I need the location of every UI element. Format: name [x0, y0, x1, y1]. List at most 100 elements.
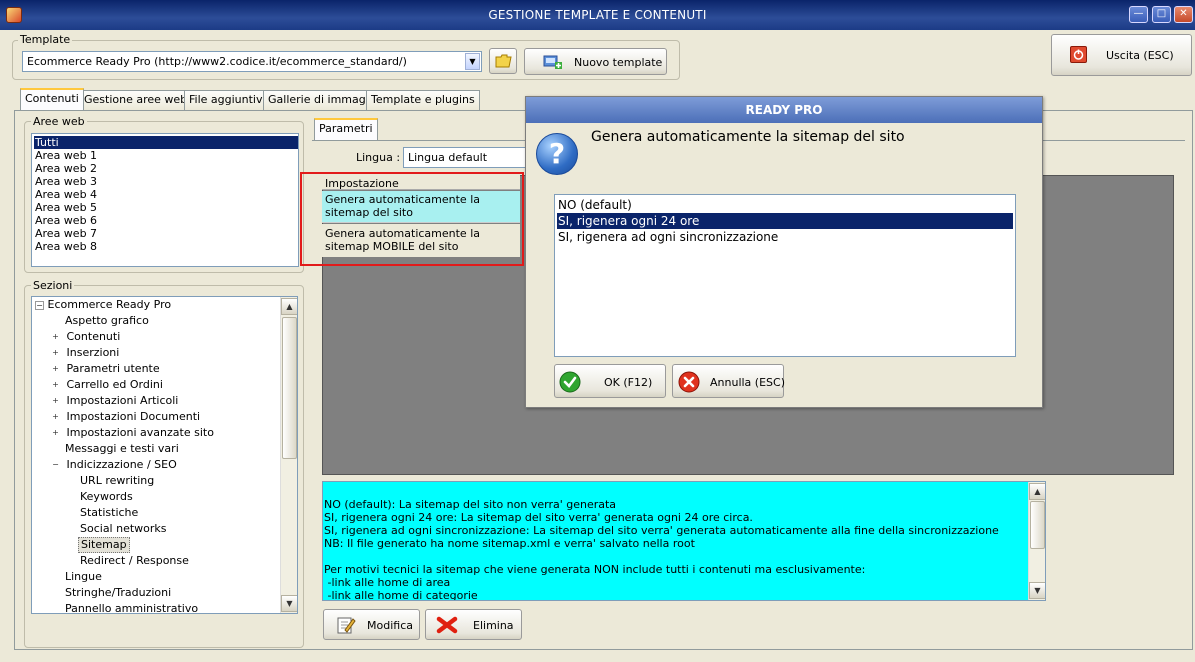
window-title: GESTIONE TEMPLATE E CONTENUTI: [488, 8, 707, 22]
expand-icon[interactable]: +: [51, 332, 60, 342]
tree-item-impostazioni-documenti[interactable]: + Impostazioni Documenti: [51, 409, 200, 425]
aree-web-label: Aree web: [31, 115, 87, 128]
tree-item-lingue[interactable]: Lingue: [65, 569, 102, 585]
list-item[interactable]: Area web 7: [34, 227, 97, 240]
tree-item-redirect-response[interactable]: Redirect / Response: [80, 553, 189, 569]
list-item[interactable]: Tutti: [34, 136, 298, 149]
tree-item-url-rewriting[interactable]: URL rewriting: [80, 473, 154, 489]
scroll-down-icon[interactable]: ▼: [1029, 582, 1045, 599]
lingua-label: Lingua :: [356, 151, 401, 164]
list-item[interactable]: Area web 3: [34, 175, 97, 188]
collapse-icon[interactable]: −: [35, 300, 44, 310]
tree-item-parametri-utente[interactable]: + Parametri utente: [51, 361, 159, 377]
sezioni-tree[interactable]: − Ecommerce Ready Pro Aspetto grafico + …: [31, 296, 298, 614]
tree-item-contenuti[interactable]: + Contenuti: [51, 329, 120, 345]
option-item-selected[interactable]: SI, rigenera ogni 24 ore: [557, 213, 1013, 229]
expand-icon[interactable]: +: [51, 428, 60, 438]
tree-item-statistiche[interactable]: Statistiche: [80, 505, 138, 521]
expand-icon[interactable]: +: [51, 412, 60, 422]
new-template-button[interactable]: Nuovo template: [524, 48, 667, 75]
description-box[interactable]: NO (default): La sitemap del sito non ve…: [322, 481, 1046, 601]
scroll-up-icon[interactable]: ▲: [281, 298, 297, 315]
tree-item-label: Impostazioni Documenti: [66, 410, 201, 423]
tree-item-pannello-amministrativo[interactable]: Pannello amministrativo: [65, 601, 198, 613]
cancel-button[interactable]: Annulla (ESC): [672, 364, 785, 398]
option-item[interactable]: SI, rigenera ad ogni sincronizzazione: [557, 229, 1013, 245]
aree-web-list[interactable]: Tutti Area web 1 Area web 2 Area web 3 A…: [31, 133, 299, 267]
description-line: Per motivi tecnici la sitemap che viene …: [324, 563, 866, 576]
description-line: SI, rigenera ogni 24 ore: La sitemap del…: [324, 511, 753, 524]
new-template-icon: [543, 55, 562, 69]
template-select-value: Ecommerce Ready Pro (http://www2.codice.…: [27, 55, 407, 68]
tree-item-inserzioni[interactable]: + Inserzioni: [51, 345, 119, 361]
ok-button[interactable]: OK (F12): [554, 364, 666, 398]
tab-contenuti[interactable]: Contenuti: [20, 88, 84, 110]
collapse-icon[interactable]: −: [51, 460, 60, 470]
list-item[interactable]: Area web 4: [34, 188, 97, 201]
option-item[interactable]: NO (default): [557, 197, 1013, 213]
tree-item-social-networks[interactable]: Social networks: [80, 521, 167, 537]
tree-item-impostazioni-avanzate-sito[interactable]: + Impostazioni avanzate sito: [51, 425, 214, 441]
tree-item-label: Ecommerce Ready Pro: [47, 298, 172, 311]
scroll-down-icon[interactable]: ▼: [281, 595, 297, 612]
tree-item-aspetto-grafico[interactable]: Aspetto grafico: [65, 313, 149, 329]
tab-parametri[interactable]: Parametri: [314, 118, 378, 140]
scrollbar-thumb[interactable]: [282, 317, 297, 459]
tree-item-label: Impostazioni Articoli: [66, 394, 179, 407]
open-folder-button[interactable]: [489, 48, 517, 74]
tree-item-label: Inserzioni: [66, 346, 120, 359]
tree-item-sitemap[interactable]: Sitemap: [78, 537, 130, 553]
tree-item-indicizzazione-seo[interactable]: − Indicizzazione / SEO: [51, 457, 177, 473]
dialog-title: READY PRO: [526, 97, 1042, 123]
expand-icon[interactable]: +: [51, 396, 60, 406]
question-icon: ?: [536, 133, 578, 175]
sezioni-scrollbar[interactable]: ▲ ▼: [280, 297, 297, 613]
description-line: [324, 550, 1024, 563]
chevron-down-icon[interactable]: ▼: [465, 53, 480, 70]
tree-item-stringhe-traduzioni[interactable]: Stringhe/Traduzioni: [65, 585, 171, 601]
exit-button[interactable]: Uscita (ESC): [1051, 34, 1192, 76]
edit-icon: [337, 617, 356, 634]
tree-item-impostazioni-articoli[interactable]: + Impostazioni Articoli: [51, 393, 178, 409]
minimize-button[interactable]: —: [1129, 6, 1148, 23]
tab-gestione-aree-web[interactable]: Gestione aree web: [79, 90, 193, 110]
description-line: -link alle home di categorie: [324, 589, 478, 601]
tree-item-keywords[interactable]: Keywords: [80, 489, 133, 505]
expand-icon[interactable]: +: [51, 348, 60, 358]
exit-label: Uscita (ESC): [1106, 49, 1174, 62]
scrollbar-thumb[interactable]: [1030, 501, 1045, 549]
list-item[interactable]: Area web 1: [34, 149, 97, 162]
template-select[interactable]: Ecommerce Ready Pro (http://www2.codice.…: [22, 51, 482, 72]
lingua-select-value: Lingua default: [408, 151, 488, 164]
delete-icon: [436, 616, 458, 634]
tree-item-label: Impostazioni avanzate sito: [66, 426, 214, 439]
description-line: NO (default): La sitemap del sito non ve…: [324, 498, 617, 511]
expand-icon[interactable]: +: [51, 364, 60, 374]
highlight-frame: [300, 172, 524, 266]
list-item[interactable]: Area web 2: [34, 162, 97, 175]
tree-item-ecommerce-ready-pro[interactable]: − Ecommerce Ready Pro: [35, 297, 171, 313]
description-text: NO (default): La sitemap del sito non ve…: [324, 485, 1024, 601]
tab-template-plugins[interactable]: Template e plugins: [366, 90, 480, 110]
close-button[interactable]: ✕: [1174, 6, 1193, 23]
tree-item-carrello-ordini[interactable]: + Carrello ed Ordini: [51, 377, 163, 393]
dialog-question: Genera automaticamente la sitemap del si…: [591, 129, 905, 145]
new-template-label: Nuovo template: [574, 56, 663, 69]
tree-item-messaggi-testi-vari[interactable]: Messaggi e testi vari: [65, 441, 179, 457]
tree-item-label: Indicizzazione / SEO: [66, 458, 177, 471]
tab-file-aggiuntivi[interactable]: File aggiuntivi: [184, 90, 271, 110]
maximize-button[interactable]: □: [1152, 6, 1171, 23]
scroll-up-icon[interactable]: ▲: [1029, 483, 1045, 500]
description-line: -link alle home di area: [324, 576, 451, 589]
description-line: SI, rigenera ad ogni sincronizzazione: L…: [324, 524, 999, 537]
list-item[interactable]: Area web 6: [34, 214, 97, 227]
lingua-select[interactable]: Lingua default: [403, 147, 527, 168]
list-item[interactable]: Area web 8: [34, 240, 97, 253]
elimina-button[interactable]: Elimina: [425, 609, 522, 640]
description-scrollbar[interactable]: ▲ ▼: [1028, 482, 1045, 600]
expand-icon[interactable]: +: [51, 380, 60, 390]
dialog-options-list[interactable]: NO (default) SI, rigenera ogni 24 ore SI…: [554, 194, 1016, 357]
list-item[interactable]: Area web 5: [34, 201, 97, 214]
modifica-button[interactable]: Modifica: [323, 609, 420, 640]
sezioni-label: Sezioni: [31, 279, 75, 292]
